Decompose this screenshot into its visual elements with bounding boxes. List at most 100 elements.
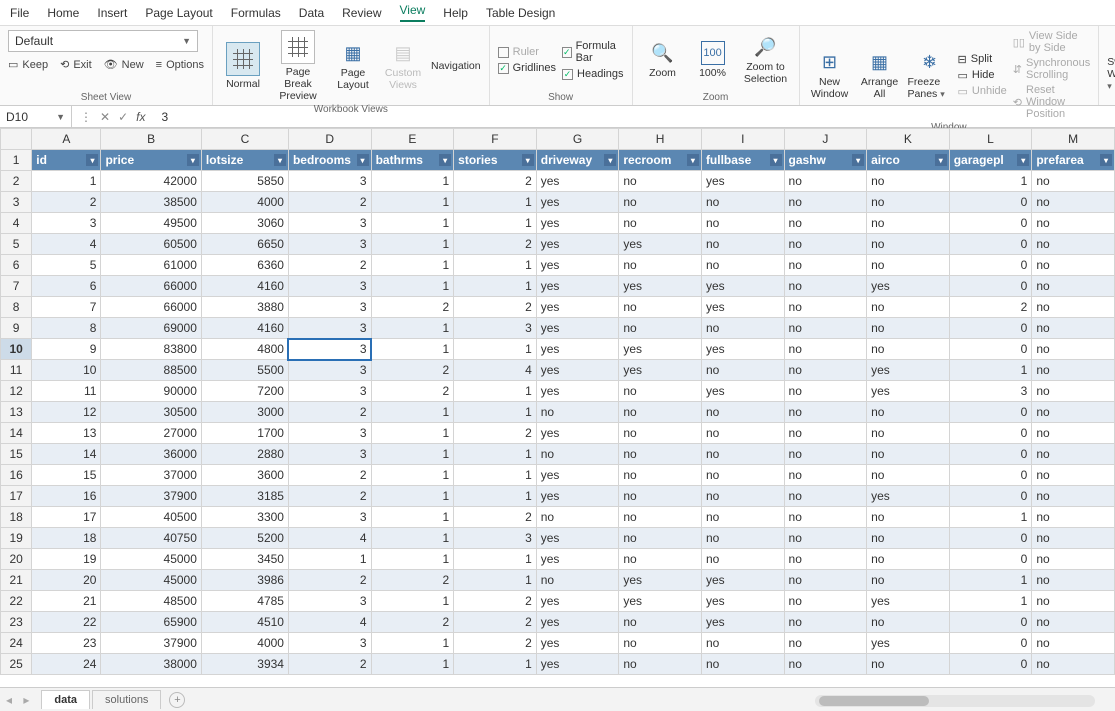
row-header[interactable]: 17 <box>1 486 32 507</box>
page-break-button[interactable]: Page Break Preview <box>271 30 325 102</box>
gridlines-checkbox[interactable]: ✓Gridlines <box>498 62 556 74</box>
menu-item-review[interactable]: Review <box>342 6 381 20</box>
cell[interactable]: 0 <box>949 612 1032 633</box>
cell[interactable]: no <box>1032 507 1115 528</box>
table-header-cell[interactable]: lotsize▾ <box>201 150 288 171</box>
row-header[interactable]: 1 <box>1 150 32 171</box>
cell[interactable]: 15 <box>32 465 101 486</box>
cell[interactable]: no <box>867 465 950 486</box>
new-window-button[interactable]: ⊞New Window <box>808 50 852 100</box>
cell[interactable]: 37900 <box>101 486 201 507</box>
cell[interactable]: 1 <box>949 171 1032 192</box>
normal-view-button[interactable]: Normal <box>221 42 265 90</box>
cell[interactable]: no <box>784 402 867 423</box>
row-header[interactable]: 8 <box>1 297 32 318</box>
cell[interactable]: no <box>701 318 784 339</box>
column-header[interactable]: G <box>536 129 619 150</box>
cell[interactable]: 48500 <box>101 591 201 612</box>
cell[interactable]: 2880 <box>201 444 288 465</box>
row-header[interactable]: 5 <box>1 234 32 255</box>
cell[interactable]: yes <box>536 360 619 381</box>
cell[interactable]: yes <box>701 570 784 591</box>
cell[interactable]: yes <box>536 486 619 507</box>
freeze-panes-button[interactable]: ❄Freeze Panes ▾ <box>908 50 952 100</box>
cell[interactable]: 0 <box>949 423 1032 444</box>
cell[interactable]: yes <box>619 234 702 255</box>
cell[interactable]: yes <box>867 276 950 297</box>
cell[interactable]: no <box>784 339 867 360</box>
filter-dropdown-icon[interactable]: ▾ <box>86 154 98 166</box>
cell[interactable]: no <box>867 171 950 192</box>
cell[interactable]: 40750 <box>101 528 201 549</box>
cell[interactable]: 1 <box>371 318 454 339</box>
cell[interactable]: yes <box>536 255 619 276</box>
cell[interactable]: no <box>701 360 784 381</box>
cell[interactable]: no <box>1032 318 1115 339</box>
cell[interactable]: 0 <box>949 276 1032 297</box>
cell[interactable]: no <box>1032 444 1115 465</box>
cell[interactable]: 1 <box>454 549 537 570</box>
fx-icon[interactable]: fx <box>136 110 145 124</box>
cell[interactable]: 3 <box>288 171 371 192</box>
cell[interactable]: yes <box>536 612 619 633</box>
cell[interactable]: no <box>619 423 702 444</box>
cell[interactable]: 3 <box>32 213 101 234</box>
cell[interactable]: 3880 <box>201 297 288 318</box>
table-header-cell[interactable]: driveway▾ <box>536 150 619 171</box>
switch-windows-button[interactable]: ⧉Switch Windows ▾ <box>1107 30 1115 92</box>
cell[interactable]: 1 <box>454 402 537 423</box>
select-all-corner[interactable] <box>1 129 32 150</box>
cell[interactable]: 3 <box>454 528 537 549</box>
cell[interactable]: 42000 <box>101 171 201 192</box>
cell[interactable]: 0 <box>949 339 1032 360</box>
filter-dropdown-icon[interactable]: ▾ <box>935 154 947 166</box>
cell[interactable]: 1 <box>371 339 454 360</box>
column-header[interactable]: B <box>101 129 201 150</box>
cell[interactable]: 38500 <box>101 192 201 213</box>
cell[interactable]: no <box>784 255 867 276</box>
cell[interactable]: 2 <box>454 633 537 654</box>
cell[interactable]: yes <box>536 381 619 402</box>
cell[interactable]: 45000 <box>101 549 201 570</box>
cell[interactable]: 1 <box>371 171 454 192</box>
cell[interactable]: no <box>784 528 867 549</box>
cell[interactable]: no <box>784 486 867 507</box>
table-header-cell[interactable]: stories▾ <box>454 150 537 171</box>
menu-item-page-layout[interactable]: Page Layout <box>145 6 212 20</box>
cell[interactable]: 4160 <box>201 318 288 339</box>
cell[interactable]: 1 <box>371 549 454 570</box>
cell[interactable]: no <box>784 381 867 402</box>
cell[interactable]: no <box>867 444 950 465</box>
cell[interactable]: no <box>1032 255 1115 276</box>
sheet-tab-solutions[interactable]: solutions <box>92 690 161 709</box>
cell[interactable]: 22 <box>32 612 101 633</box>
cell[interactable]: yes <box>867 591 950 612</box>
cell[interactable]: 38000 <box>101 654 201 675</box>
cell[interactable]: 1 <box>949 507 1032 528</box>
menu-item-file[interactable]: File <box>10 6 29 20</box>
cell[interactable]: 3 <box>288 444 371 465</box>
cell[interactable]: no <box>867 528 950 549</box>
cell[interactable]: no <box>619 318 702 339</box>
cell[interactable]: 1 <box>454 570 537 591</box>
zoom-100-button[interactable]: 100100% <box>691 41 735 79</box>
cell[interactable]: 4800 <box>201 339 288 360</box>
cell[interactable]: 6360 <box>201 255 288 276</box>
cell[interactable]: 2 <box>454 423 537 444</box>
cell[interactable]: yes <box>536 465 619 486</box>
table-header-cell[interactable]: garagepl▾ <box>949 150 1032 171</box>
menu-item-help[interactable]: Help <box>443 6 468 20</box>
cell[interactable]: 16 <box>32 486 101 507</box>
cell[interactable]: 1 <box>371 654 454 675</box>
cell[interactable]: no <box>867 423 950 444</box>
cell[interactable]: no <box>784 234 867 255</box>
cell[interactable]: no <box>701 213 784 234</box>
cell[interactable]: no <box>536 570 619 591</box>
cell[interactable]: no <box>701 465 784 486</box>
row-header[interactable]: 13 <box>1 402 32 423</box>
cell[interactable]: no <box>1032 633 1115 654</box>
column-header[interactable]: F <box>454 129 537 150</box>
exit-button[interactable]: ⟲Exit <box>60 58 92 71</box>
cell[interactable]: 1 <box>371 486 454 507</box>
cell[interactable]: yes <box>536 213 619 234</box>
